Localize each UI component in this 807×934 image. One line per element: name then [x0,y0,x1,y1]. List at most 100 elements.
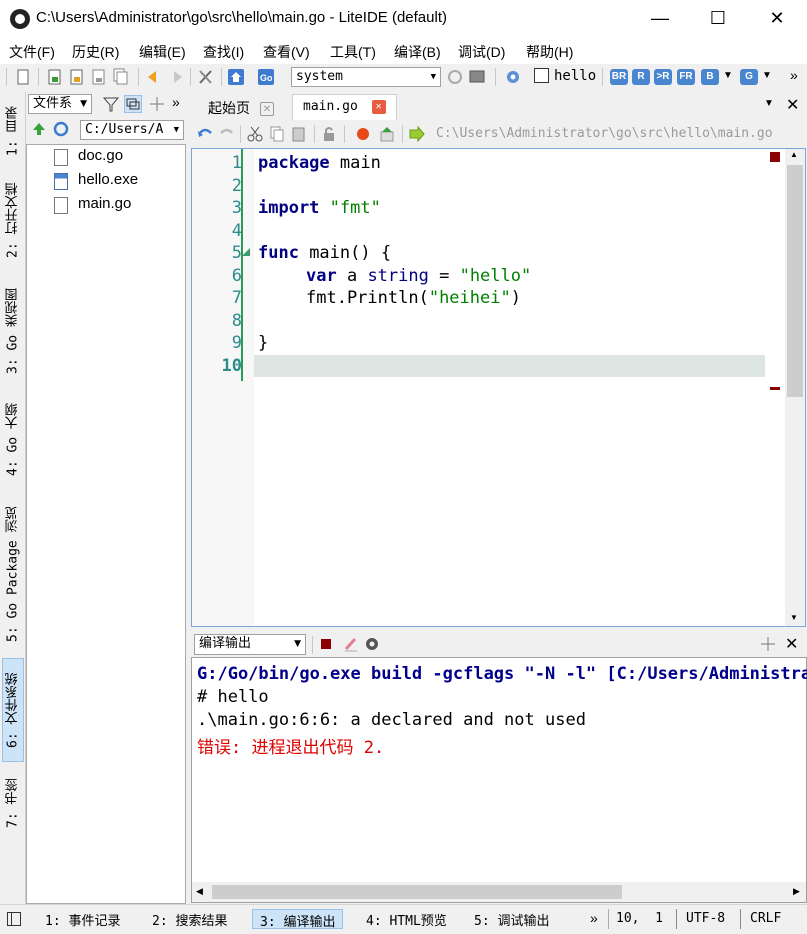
file-encoding[interactable]: UTF-8 [686,911,725,926]
build-button[interactable]: B [701,69,719,85]
tab-debug-output[interactable]: 5: 调试输出 [467,909,556,929]
go-docs-icon[interactable]: Go [257,68,275,86]
home-icon[interactable] [227,68,245,86]
go-file-icon [54,197,68,214]
close-editor-icon[interactable]: ✕ [786,95,799,115]
scrollbar-thumb[interactable] [787,165,803,397]
minimize-button[interactable]: — [631,0,689,38]
scroll-left-arrow[interactable]: ◀ [196,886,203,897]
tab-start-page[interactable]: 起始页 ✕ [198,94,284,120]
tab-main-go[interactable]: main.go ✕ [292,94,397,120]
navigate-icon[interactable] [408,125,426,143]
output-line-command: G:/Go/bin/go.exe build -gcflags "-N -l" … [197,664,807,684]
open-file-icon[interactable] [46,68,64,86]
status-overflow-button[interactable]: » [590,910,598,926]
file-item-main-go[interactable]: main.go [54,195,131,217]
scrollbar-thumb[interactable] [212,885,622,899]
refresh-env-icon[interactable] [446,68,464,86]
file-run-button[interactable]: FR [677,69,695,85]
toggle-panels-icon[interactable] [7,912,21,926]
close-output-icon[interactable]: ✕ [785,634,798,654]
goto-line-icon[interactable] [378,125,396,143]
fold-marker-icon[interactable] [242,248,250,256]
redo-icon[interactable] [218,125,236,143]
clear-output-icon[interactable] [342,635,360,653]
menu-debug[interactable]: 调试(D) [458,42,505,62]
file-item-doc-go[interactable]: doc.go [54,147,123,169]
environment-select[interactable]: system ▼ [291,67,441,87]
tab-search-results[interactable]: 2: 搜索结果 [145,909,234,929]
tab-html-preview[interactable]: 4: HTML预览 [359,909,454,929]
tools-icon[interactable] [197,68,215,86]
path-select[interactable]: C:/Users/A ▼ [80,120,184,140]
build-run-button[interactable]: BR [610,69,628,85]
nav-forward-icon[interactable] [167,68,185,86]
filter-icon[interactable] [102,95,120,113]
cut-icon[interactable] [246,125,264,143]
file-view-select[interactable]: 文件系 ▼ [28,94,92,114]
get-button[interactable]: G [740,69,758,85]
copy-icon[interactable] [268,125,286,143]
error-marker[interactable] [770,387,780,390]
move-panel-icon[interactable] [148,95,166,113]
tab-go-outline[interactable]: 4: Go 大纲 [2,394,24,486]
tab-build-output[interactable]: 3: 编译输出 [252,909,344,930]
tab-go-class-view[interactable]: 3: Go 类视图 [2,278,24,384]
close-tab-icon[interactable]: ✕ [371,99,386,114]
error-indicator[interactable] [770,152,780,162]
env-edit-icon[interactable] [468,68,486,86]
sync-editor-icon[interactable] [124,95,142,113]
tab-go-package-browser[interactable]: 5: Go Package 浏览 [2,496,24,652]
menu-tools[interactable]: 工具(T) [330,42,376,62]
paste-icon[interactable] [290,125,308,143]
output-horizontal-scrollbar[interactable]: ◀ ▶ [192,882,806,902]
run-button[interactable]: R [632,69,650,85]
tab-directory[interactable]: 1: 目录 [2,98,24,164]
menu-file[interactable]: 文件(F) [9,42,55,62]
save-all-icon[interactable] [112,68,130,86]
close-tab-icon[interactable]: ✕ [259,102,274,117]
menu-history[interactable]: 历史(R) [72,42,119,62]
tab-bookmarks[interactable]: 7: 书签 [2,772,24,834]
save-file-icon[interactable] [90,68,108,86]
menu-view[interactable]: 查看(V) [263,42,310,62]
output-settings-gear-icon[interactable] [363,635,381,653]
tab-event-log[interactable]: 1: 事件记录 [38,909,127,929]
output-select[interactable]: 编译输出 ▼ [194,634,306,655]
line-ending[interactable]: CRLF [750,911,781,926]
run-terminal-button[interactable]: >R [654,69,672,85]
lock-icon[interactable] [320,125,338,143]
build-config-gear-icon[interactable] [504,68,522,86]
tab-open-documents[interactable]: 2: 打开文档 [2,172,24,268]
file-item-hello-exe[interactable]: hello.exe [54,171,138,193]
move-panel-icon[interactable] [759,635,777,653]
toolbar-overflow-button[interactable]: » [790,67,798,83]
editor-vertical-scrollbar[interactable]: ▲ ▼ [785,149,805,626]
go-up-icon[interactable] [30,120,48,138]
breakpoint-icon[interactable] [354,125,372,143]
build-output-panel[interactable]: G:/Go/bin/go.exe build -gcflags "-N -l" … [191,657,807,903]
chevron-down-icon[interactable]: ▼ [762,70,772,81]
nav-back-icon[interactable] [145,68,163,86]
maximize-button[interactable]: ☐ [689,0,747,38]
target-checkbox[interactable] [534,68,549,83]
panel-overflow-button[interactable]: » [172,94,180,110]
tab-file-system[interactable]: 6: 文件系统 [2,658,24,762]
menu-help[interactable]: 帮助(H) [526,42,573,62]
scroll-up-arrow[interactable]: ▲ [790,150,798,159]
chevron-down-icon[interactable]: ▼ [723,70,733,81]
undo-icon[interactable] [196,125,214,143]
scroll-right-arrow[interactable]: ▶ [793,886,800,897]
close-window-button[interactable]: ✕ [748,0,806,38]
menu-edit[interactable]: 编辑(E) [139,42,186,62]
toolbar-separator [314,125,315,143]
menu-build[interactable]: 编译(B) [394,42,441,62]
tab-list-chevron-down-icon[interactable]: ▼ [764,98,774,109]
code-editor[interactable]: 1 2 3 4 5 6 7 8 9 10 package main import… [191,148,806,627]
new-file-icon[interactable] [14,68,32,86]
refresh-icon[interactable] [52,120,70,138]
open-folder-icon[interactable] [68,68,86,86]
stop-icon[interactable] [321,639,331,649]
menu-find[interactable]: 查找(I) [203,42,244,62]
scroll-down-arrow[interactable]: ▼ [790,613,798,622]
